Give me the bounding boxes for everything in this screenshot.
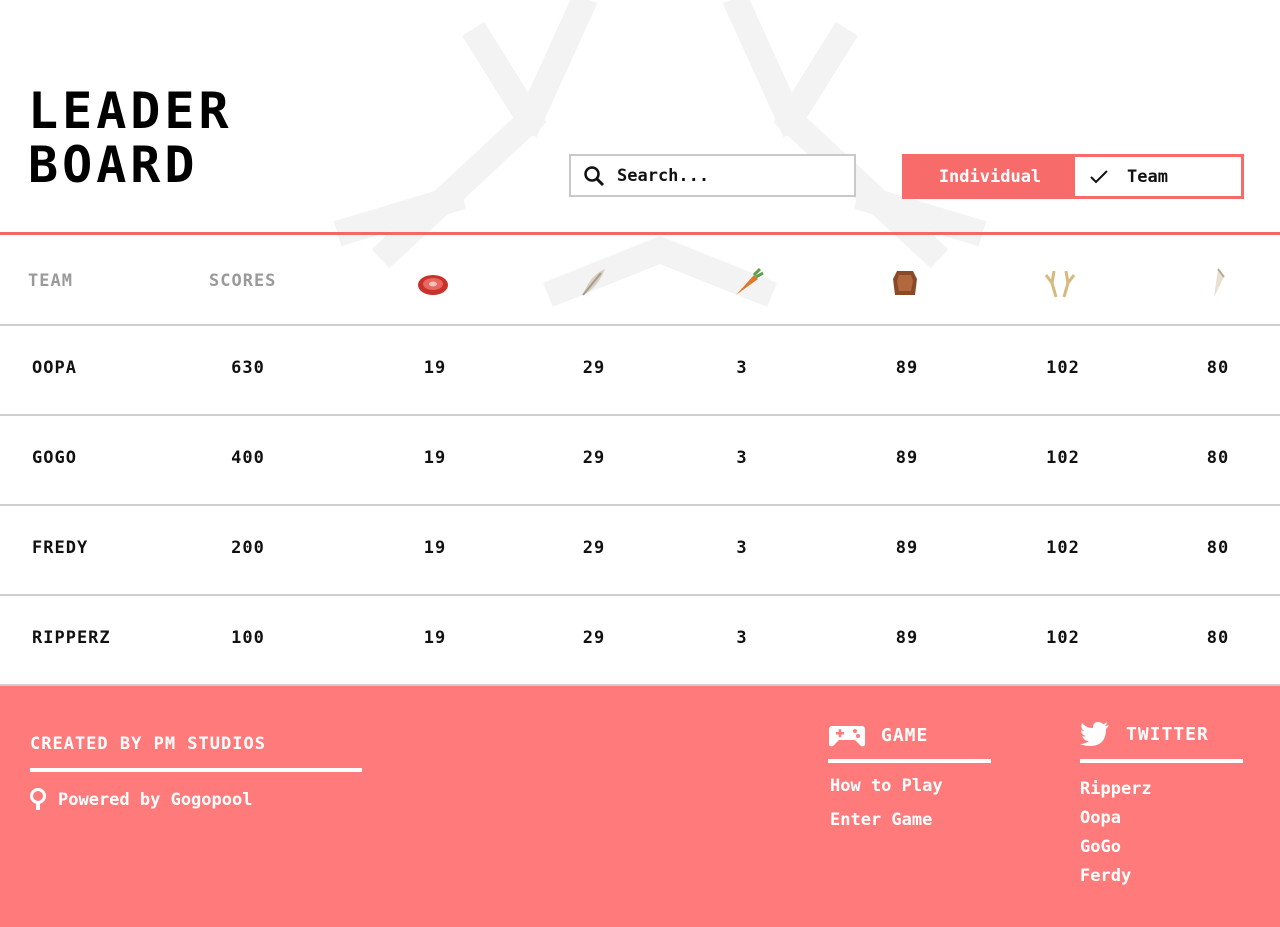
search-box[interactable] bbox=[569, 154, 856, 197]
row-value: 80 bbox=[1206, 358, 1230, 378]
row-value: 3 bbox=[736, 538, 748, 558]
page-title-line-2: BOARD bbox=[28, 136, 199, 194]
row-score: 100 bbox=[231, 628, 265, 648]
row-score: 400 bbox=[231, 448, 265, 468]
row-value: 89 bbox=[895, 538, 919, 558]
row-value: 19 bbox=[423, 358, 447, 378]
toggle-team-label: Team bbox=[1127, 166, 1168, 187]
table-row[interactable]: FREDY 200 19 29 3 89 102 80 bbox=[0, 506, 1280, 596]
checkmark-icon bbox=[1090, 169, 1108, 183]
location-pin-icon bbox=[30, 788, 46, 810]
page-title: LEADER BOARD bbox=[28, 84, 328, 192]
row-value: 102 bbox=[1046, 448, 1080, 468]
row-value: 29 bbox=[582, 358, 606, 378]
powered-by: Powered by Gogopool bbox=[30, 788, 252, 812]
row-value: 29 bbox=[582, 448, 606, 468]
footer: CREATED BY PM STUDIOS Powered by Gogopoo… bbox=[0, 686, 1280, 927]
row-team: OOPA bbox=[32, 358, 77, 378]
row-value: 29 bbox=[582, 538, 606, 558]
row-team: FREDY bbox=[32, 538, 89, 558]
twitter-heading-text: TWITTER bbox=[1126, 723, 1209, 745]
meat-icon bbox=[418, 275, 448, 295]
table-row[interactable]: GOGO 400 19 29 3 89 102 80 bbox=[0, 416, 1280, 506]
search-input[interactable] bbox=[617, 165, 837, 186]
row-value: 80 bbox=[1206, 448, 1230, 468]
row-team: GOGO bbox=[32, 448, 77, 468]
credit-divider bbox=[30, 768, 362, 772]
row-value: 102 bbox=[1046, 358, 1080, 378]
row-value: 3 bbox=[736, 448, 748, 468]
row-value: 19 bbox=[423, 538, 447, 558]
twitter-link-ripperz[interactable]: Ripperz bbox=[1080, 779, 1152, 799]
column-header-team: TEAM bbox=[28, 271, 73, 291]
toggle-individual-label: Individual bbox=[938, 166, 1042, 187]
powered-by-text: Powered by Gogopool bbox=[58, 790, 253, 810]
row-value: 89 bbox=[895, 628, 919, 648]
row-value: 3 bbox=[736, 358, 748, 378]
column-header-scores: SCORES bbox=[209, 271, 277, 291]
gamepad-icon bbox=[829, 726, 865, 747]
hide-icon bbox=[893, 271, 917, 295]
enter-game-link[interactable]: Enter Game bbox=[830, 810, 932, 830]
row-score: 630 bbox=[231, 358, 265, 378]
twitter-link-ferdy[interactable]: Ferdy bbox=[1080, 866, 1131, 886]
table-row[interactable]: RIPPERZ 100 19 29 3 89 102 80 bbox=[0, 596, 1280, 686]
row-team: RIPPERZ bbox=[32, 628, 111, 648]
feather-icon bbox=[582, 269, 605, 296]
page-title-line-1: LEADER bbox=[28, 82, 233, 140]
tooth-icon bbox=[1214, 268, 1225, 297]
search-icon bbox=[584, 165, 605, 186]
twitter-link-gogo[interactable]: GoGo bbox=[1080, 837, 1121, 857]
row-value: 19 bbox=[423, 448, 447, 468]
game-heading: GAME bbox=[828, 722, 928, 748]
table-header-row: TEAM SCORES bbox=[0, 235, 1280, 326]
row-value: 19 bbox=[423, 628, 447, 648]
row-value: 89 bbox=[895, 358, 919, 378]
table-row[interactable]: OOPA 630 19 29 3 89 102 80 bbox=[0, 326, 1280, 416]
leaderboard-table: TEAM SCORES OOPA 630 19 29 3 89 102 80 G… bbox=[0, 235, 1280, 686]
game-heading-text: GAME bbox=[881, 724, 929, 746]
game-divider bbox=[828, 759, 991, 763]
twitter-divider bbox=[1080, 759, 1243, 763]
antler-icon bbox=[1044, 270, 1076, 298]
toggle-team[interactable]: Team bbox=[1075, 157, 1241, 196]
row-value: 102 bbox=[1046, 628, 1080, 648]
row-value: 102 bbox=[1046, 538, 1080, 558]
credit-text: CREATED BY PM STUDIOS bbox=[30, 734, 266, 754]
row-value: 89 bbox=[895, 448, 919, 468]
row-value: 3 bbox=[736, 628, 748, 648]
twitter-heading: TWITTER bbox=[1080, 722, 1209, 746]
toggle-individual[interactable]: Individual bbox=[905, 157, 1075, 196]
carrot-icon bbox=[736, 267, 764, 295]
row-value: 80 bbox=[1206, 538, 1230, 558]
row-value: 80 bbox=[1206, 628, 1230, 648]
how-to-play-link[interactable]: How to Play bbox=[830, 776, 943, 796]
row-score: 200 bbox=[231, 538, 265, 558]
twitter-link-oopa[interactable]: Oopa bbox=[1080, 808, 1121, 828]
row-value: 29 bbox=[582, 628, 606, 648]
view-toggle[interactable]: Individual Team bbox=[902, 154, 1244, 199]
twitter-bird-icon bbox=[1080, 722, 1109, 746]
